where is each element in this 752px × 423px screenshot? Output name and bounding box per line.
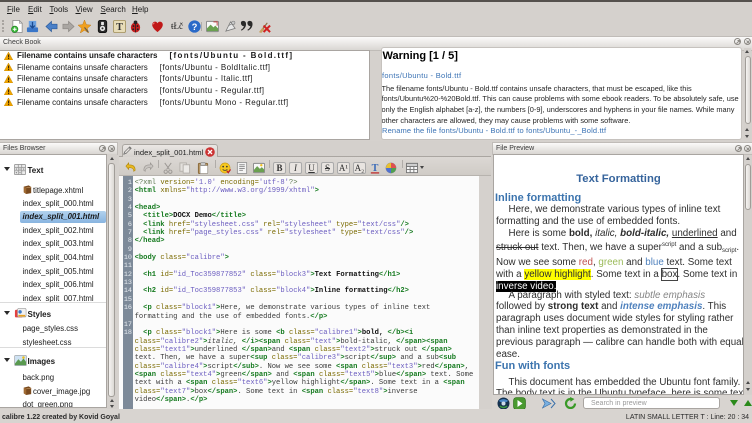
svg-text:T: T bbox=[116, 22, 123, 33]
svg-text:?: ? bbox=[192, 22, 198, 32]
